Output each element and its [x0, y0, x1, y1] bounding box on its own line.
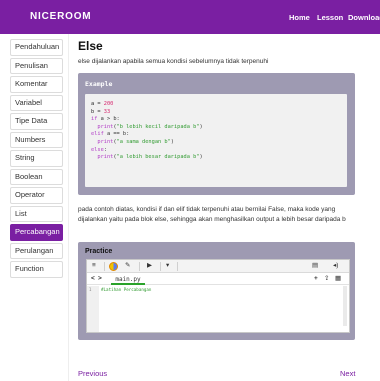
toolbar-separator — [104, 262, 105, 271]
lesson-sidebar: Pendahuluan Penulisan Komentar Variabel … — [10, 39, 63, 280]
practice-label: Practice — [85, 248, 113, 255]
line-number: 1 — [89, 287, 92, 292]
sidebar-item-komentar[interactable]: Komentar — [10, 76, 63, 93]
sidebar-item-penulisan[interactable]: Penulisan — [10, 57, 63, 74]
save-icon[interactable]: ▤ — [312, 262, 318, 270]
content-divider — [68, 34, 69, 381]
code-line: b = 33 — [91, 108, 111, 115]
sidebar-item-tipe-data[interactable]: Tipe Data — [10, 113, 63, 130]
chevron-right-icon[interactable]: > — [98, 275, 102, 283]
example-label: Example — [85, 80, 113, 88]
sound-icon[interactable]: ◂) — [333, 262, 338, 270]
nav-home-link[interactable]: Home — [289, 13, 310, 22]
brand-logo[interactable]: NICEROOM — [30, 11, 91, 22]
code-line: if a > b: — [91, 116, 120, 123]
code-line: print("a lebih besar daripada b") — [97, 154, 203, 161]
toolbar-separator — [160, 262, 161, 271]
chevron-down-icon[interactable]: ▾ — [166, 262, 169, 270]
file-icon[interactable]: ▦ — [335, 275, 341, 283]
editor-comment-line[interactable]: #Latihan Percabangan — [101, 287, 151, 292]
sidebar-item-operator[interactable]: Operator — [10, 187, 63, 204]
sidebar-item-list[interactable]: List — [10, 205, 63, 222]
page-title: Else — [78, 39, 103, 53]
sidebar-item-variabel[interactable]: Variabel — [10, 94, 63, 111]
code-line: else: — [91, 146, 107, 153]
line-gutter: 1 — [87, 286, 99, 332]
file-tab-main-py[interactable]: main.py — [111, 274, 145, 285]
code-input-area[interactable]: 1 #Latihan Percabangan — [87, 286, 349, 332]
top-navbar: NICEROOM Home Lesson Download — [0, 0, 380, 34]
code-block: a = 200 b = 33 if a > b: print("b lebih … — [85, 94, 347, 187]
sidebar-item-numbers[interactable]: Numbers — [10, 131, 63, 148]
sidebar-item-percabangan[interactable]: Percabangan — [10, 224, 63, 241]
chevron-left-icon[interactable]: < — [91, 275, 95, 283]
previous-link[interactable]: Previous — [78, 369, 107, 378]
menu-icon[interactable]: ≡ — [92, 262, 96, 270]
add-file-icon[interactable]: + — [314, 275, 318, 283]
example-panel: Example a = 200 b = 33 if a > b: print("… — [78, 73, 355, 195]
sidebar-item-perulangan[interactable]: Perulangan — [10, 242, 63, 259]
code-line: print("b lebih kecil daripada b") — [97, 123, 203, 130]
editor-toolbar: ≡ ✎ ▶ ▾ ▤ ◂) — [87, 260, 349, 273]
sidebar-item-pendahuluan[interactable]: Pendahuluan — [10, 39, 63, 56]
next-link[interactable]: Next — [340, 369, 355, 378]
pencil-icon[interactable]: ✎ — [125, 262, 130, 270]
code-line: elif a == b: — [91, 131, 130, 138]
upload-icon[interactable]: ⇪ — [324, 275, 329, 283]
sidebar-item-boolean[interactable]: Boolean — [10, 168, 63, 185]
editor-scrollbar[interactable] — [343, 286, 347, 326]
explanation-text: pada contoh diatas, kondisi if dan elif … — [78, 206, 346, 223]
sidebar-item-function[interactable]: Function — [10, 261, 63, 278]
sidebar-item-string[interactable]: String — [10, 150, 63, 167]
nav-download-link[interactable]: Download — [348, 13, 380, 22]
code-line: print("a sama dengan b") — [97, 138, 174, 145]
practice-panel: Practice ≡ ✎ ▶ ▾ ▤ ◂) < > + ⇪ ▦ main.py … — [78, 242, 355, 340]
code-line: a = 200 — [91, 101, 114, 107]
toolbar-separator — [139, 262, 140, 271]
theme-toggle-icon[interactable] — [109, 262, 118, 271]
intro-text: else dijalankan apabila semua kondisi se… — [78, 58, 269, 65]
nav-lesson-link[interactable]: Lesson — [317, 13, 343, 22]
code-editor-widget: ≡ ✎ ▶ ▾ ▤ ◂) < > + ⇪ ▦ main.py 1 #Latiha… — [86, 259, 350, 333]
run-icon[interactable]: ▶ — [147, 262, 152, 270]
toolbar-separator — [177, 262, 178, 271]
